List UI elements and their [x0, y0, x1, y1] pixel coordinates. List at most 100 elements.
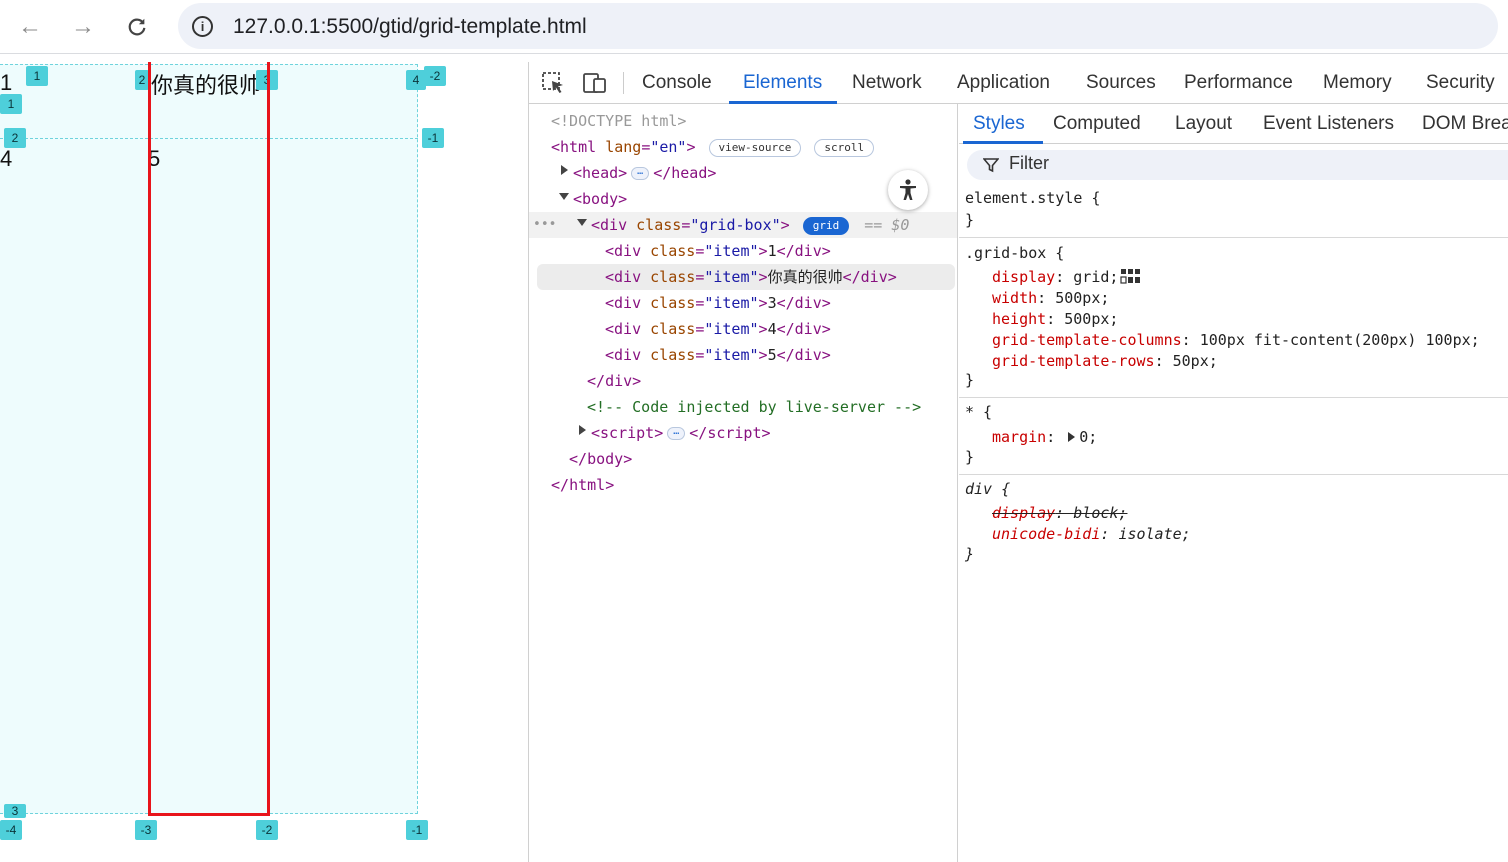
tab-console[interactable]: Console: [642, 72, 712, 94]
property-value: isolate;: [1118, 525, 1191, 543]
device-toolbar-icon[interactable]: [582, 71, 608, 95]
property-name: grid-template-rows: [992, 352, 1155, 370]
expand-shorthand-icon[interactable]: [1068, 432, 1076, 442]
node-text: 你真的很帅: [767, 268, 843, 286]
property-name: display: [992, 268, 1056, 286]
css-declaration[interactable]: grid-template-rows: 50px;: [992, 351, 1218, 372]
collapsed-ellipsis-icon[interactable]: …: [667, 427, 686, 440]
url-text[interactable]: 127.0.0.1:5500/gtid/grid-template.html: [233, 15, 587, 39]
collapse-triangle-icon[interactable]: [577, 219, 587, 226]
address-bar[interactable]: i 127.0.0.1:5500/gtid/grid-template.html: [178, 3, 1498, 49]
more-actions-icon[interactable]: •••: [533, 212, 556, 238]
div-selector[interactable]: div {: [965, 479, 1010, 500]
attr-name: lang: [605, 138, 642, 156]
selected-node-marker: == $0: [864, 216, 910, 234]
expand-triangle-icon[interactable]: [579, 425, 586, 435]
div-tag: div: [614, 294, 642, 312]
rule-close-brace: }: [965, 545, 975, 563]
css-declaration[interactable]: width: 500px;: [992, 288, 1109, 309]
collapse-triangle-icon[interactable]: [559, 193, 569, 200]
inspect-element-icon[interactable]: [541, 71, 567, 95]
reload-icon[interactable]: [120, 10, 154, 44]
view-source-badge[interactable]: view-source: [708, 138, 802, 157]
div-close-tag: div: [605, 372, 633, 390]
script-close-tag: script: [707, 424, 762, 442]
head-tag: head: [582, 164, 619, 182]
site-info-icon[interactable]: i: [192, 16, 213, 37]
html-node[interactable]: <html lang="en"> view-source scroll: [551, 134, 875, 160]
property-value: fit-content(200px): [1253, 331, 1417, 349]
div-close-node[interactable]: </div>: [587, 368, 641, 394]
tab-application[interactable]: Application: [957, 72, 1050, 94]
grid-editor-icon[interactable]: [1120, 268, 1142, 284]
css-declaration[interactable]: display: grid;: [992, 267, 1142, 288]
tab-elements[interactable]: Elements: [743, 72, 822, 94]
doctype-node[interactable]: <!DOCTYPE html>: [551, 108, 686, 134]
grid-badge[interactable]: grid: [802, 216, 850, 235]
collapsed-ellipsis-icon[interactable]: …: [631, 167, 650, 180]
grid-box-node[interactable]: <div class="grid-box"> grid == $0: [591, 212, 909, 238]
property-value: 0;: [1079, 428, 1098, 446]
attr-name: class: [636, 216, 682, 234]
accessibility-tree-button[interactable]: [888, 170, 928, 210]
body-node[interactable]: <body>: [573, 186, 627, 212]
styles-sub-tab-bar: Styles Computed Layout Event Listeners D…: [959, 104, 1508, 144]
attr-value: "item": [704, 268, 759, 286]
item-node[interactable]: <div class="item">1</div>: [605, 238, 831, 264]
tab-sources[interactable]: Sources: [1086, 72, 1156, 94]
property-value: 100px;: [1425, 331, 1480, 349]
body-close-node[interactable]: </body>: [569, 446, 632, 472]
element-style-selector[interactable]: element.style {: [965, 188, 1100, 209]
grid-line-number: 3: [4, 804, 26, 818]
grid-box-selector[interactable]: .grid-box {: [965, 243, 1064, 264]
toolbar-separator: [623, 72, 624, 94]
item-node[interactable]: <div class="item">你真的很帅</div>: [605, 264, 897, 290]
tab-security[interactable]: Security: [1426, 72, 1495, 94]
tab-layout[interactable]: Layout: [1175, 113, 1232, 135]
tab-network[interactable]: Network: [852, 72, 922, 94]
css-declaration-overridden[interactable]: display: block;: [992, 503, 1127, 524]
expand-triangle-icon[interactable]: [561, 165, 568, 175]
styles-filter-input[interactable]: Filter: [967, 150, 1508, 180]
property-name: width: [992, 289, 1038, 307]
attr-value: "item": [704, 320, 759, 338]
div-close-tag: div: [794, 320, 822, 338]
tab-memory[interactable]: Memory: [1323, 72, 1392, 94]
head-node[interactable]: <head>… </head>: [573, 160, 716, 186]
css-declaration[interactable]: height: 500px;: [992, 309, 1118, 330]
css-declaration[interactable]: margin: 0;: [992, 427, 1097, 448]
rule-close-brace: }: [965, 211, 975, 229]
comment-node[interactable]: <!-- Code injected by live-server -->: [587, 394, 921, 420]
grid-line-number: -3: [135, 820, 157, 840]
grid-item-4: 4: [0, 146, 13, 171]
property-value: grid;: [1073, 268, 1119, 286]
tab-event-listeners[interactable]: Event Listeners: [1263, 113, 1394, 135]
tab-computed[interactable]: Computed: [1053, 113, 1141, 135]
grid-line-number: -2: [424, 66, 446, 86]
tab-performance[interactable]: Performance: [1184, 72, 1293, 94]
accessibility-icon: [900, 179, 916, 200]
css-declaration[interactable]: grid-template-columns: 100px fit-content…: [992, 330, 1480, 351]
back-arrow-icon[interactable]: ←: [13, 10, 47, 44]
elements-tree: <!DOCTYPE html> <html lang="en"> view-so…: [529, 104, 958, 862]
grid-line-number: 2: [135, 70, 149, 90]
script-node[interactable]: <script>… </script>: [591, 420, 771, 446]
universal-selector[interactable]: * {: [965, 402, 992, 423]
item-node[interactable]: <div class="item">5</div>: [605, 342, 831, 368]
attr-value: "en": [650, 138, 687, 156]
scroll-badge[interactable]: scroll: [814, 138, 875, 157]
div-close-tag: div: [794, 242, 822, 260]
item-node[interactable]: <div class="item">3</div>: [605, 290, 831, 316]
div-tag: div: [614, 242, 642, 260]
forward-arrow-icon[interactable]: →: [66, 10, 100, 44]
rule-divider: [959, 237, 1508, 238]
grid-line-number: -2: [256, 820, 278, 840]
attr-name: class: [650, 320, 696, 338]
tab-styles[interactable]: Styles: [973, 113, 1025, 135]
attr-name: class: [650, 346, 696, 364]
tab-dom-breakpoints[interactable]: DOM Brea: [1422, 113, 1508, 135]
item-node[interactable]: <div class="item">4</div>: [605, 316, 831, 342]
div-close-tag: div: [794, 294, 822, 312]
css-declaration[interactable]: unicode-bidi: isolate;: [992, 524, 1191, 545]
html-close-node[interactable]: </html>: [551, 472, 614, 498]
